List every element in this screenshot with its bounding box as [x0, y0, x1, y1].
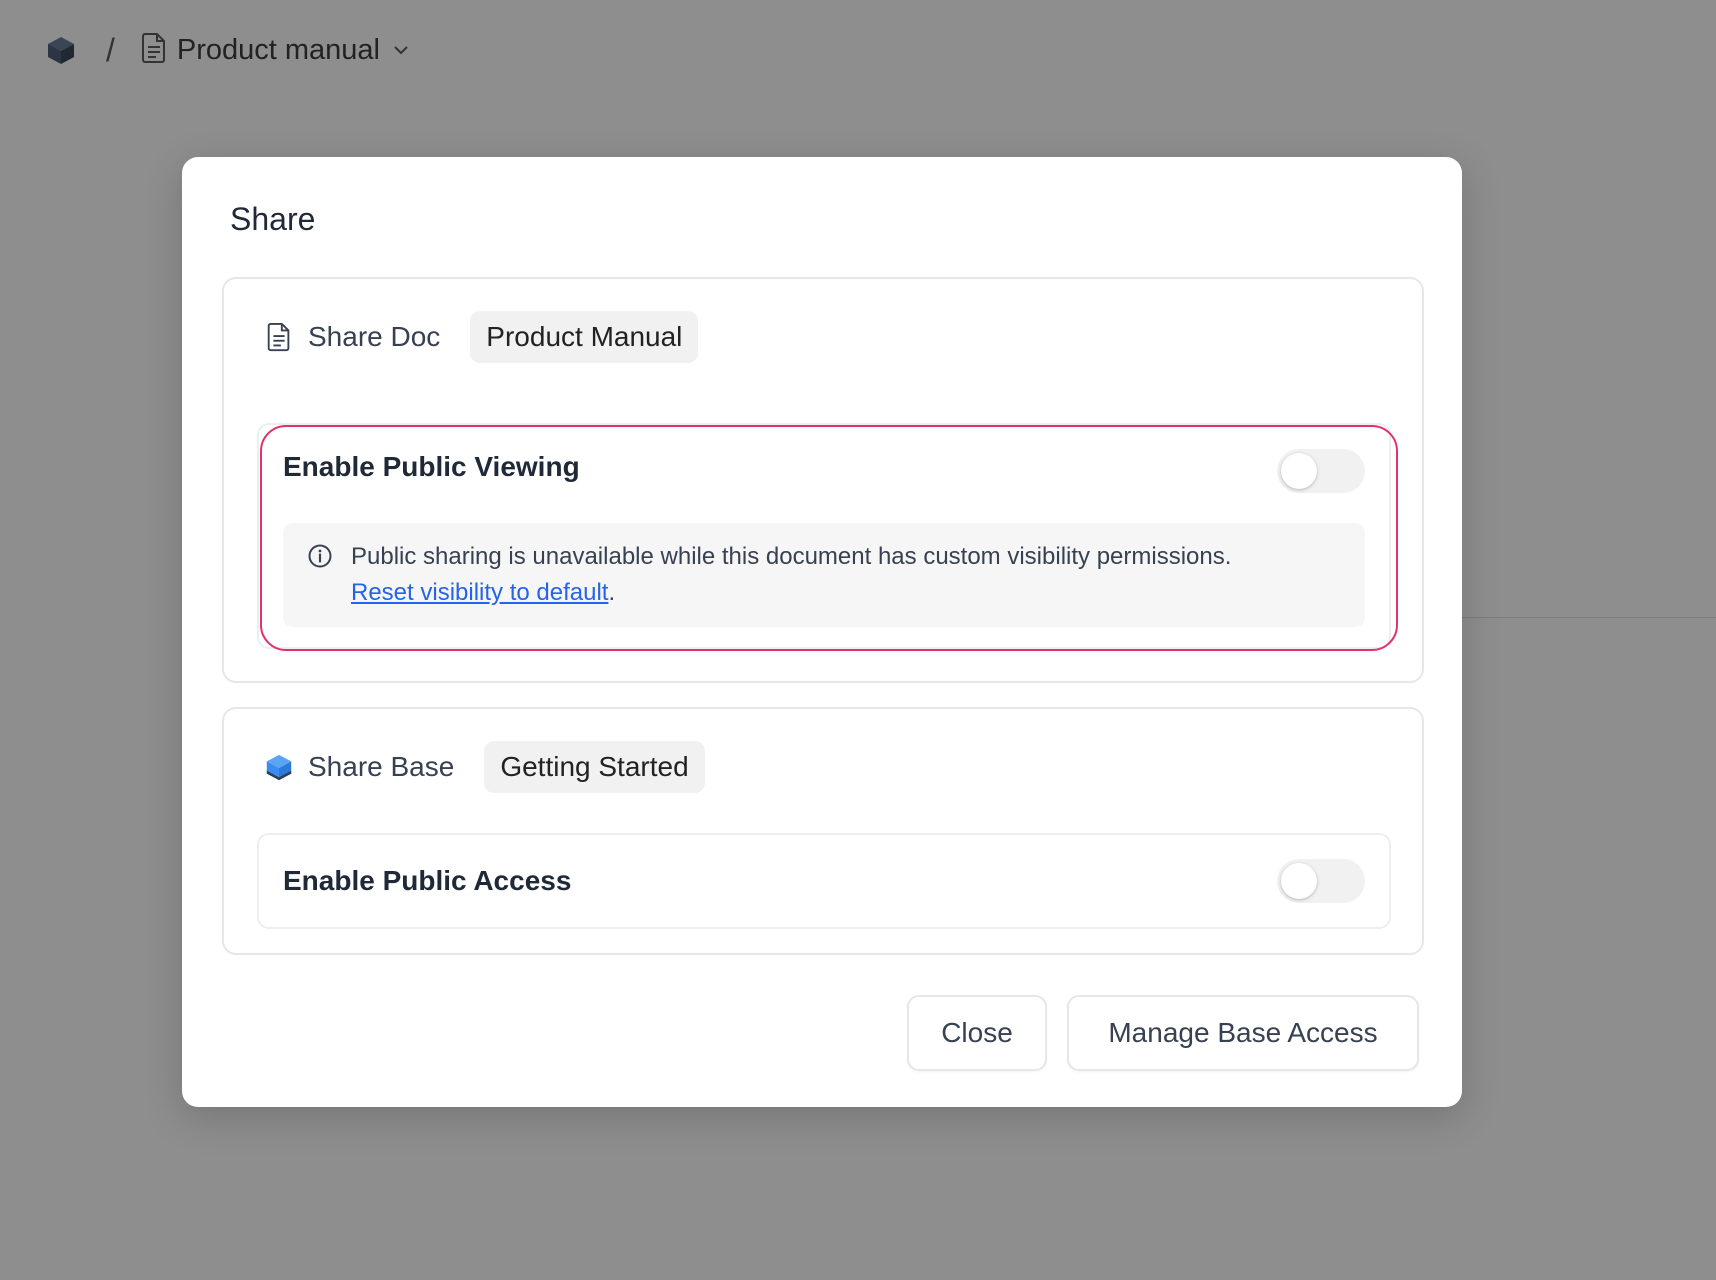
- manage-base-access-button[interactable]: Manage Base Access: [1067, 995, 1419, 1071]
- background-divider: [1462, 617, 1716, 618]
- public-viewing-section: Enable Public Viewing Public sharing is …: [257, 423, 1391, 649]
- public-viewing-toggle[interactable]: [1277, 449, 1365, 493]
- notice-message: Public sharing is unavailable while this…: [351, 543, 1232, 570]
- notice-text: Public sharing is unavailable while this…: [351, 539, 1351, 611]
- base-name-pill: Getting Started: [484, 741, 705, 793]
- doc-title: Product manual: [176, 33, 381, 66]
- chevron-down-icon: [392, 44, 410, 56]
- top-breadcrumb: / Product manual: [44, 30, 410, 70]
- doc-title-dropdown[interactable]: Product manual: [141, 32, 410, 69]
- breadcrumb-separator: /: [106, 31, 115, 68]
- share-dialog: Share Share Doc Product Manual Enable Pu…: [182, 157, 1462, 1107]
- close-button[interactable]: Close: [907, 995, 1047, 1071]
- info-icon: [307, 543, 333, 569]
- share-doc-label: Share Doc: [308, 321, 441, 352]
- document-icon: [141, 32, 167, 69]
- base-cube-icon: [264, 752, 294, 782]
- document-icon: [264, 322, 294, 352]
- share-base-card: Share Base Getting Started Enable Public…: [222, 707, 1424, 955]
- share-base-header: Share Base Getting Started: [264, 741, 705, 793]
- reset-visibility-link[interactable]: Reset visibility to default: [351, 579, 608, 606]
- dialog-title: Share: [230, 201, 316, 237]
- notice-period: .: [608, 579, 616, 606]
- doc-name-pill: Product Manual: [470, 311, 699, 363]
- base-cube-icon[interactable]: [44, 33, 78, 67]
- toggle-knob: [1281, 453, 1317, 489]
- public-viewing-label: Enable Public Viewing: [283, 451, 580, 482]
- share-doc-header: Share Doc Product Manual: [264, 311, 699, 363]
- public-access-toggle[interactable]: [1277, 859, 1365, 903]
- public-access-section: Enable Public Access: [257, 833, 1391, 929]
- public-access-label: Enable Public Access: [283, 865, 572, 896]
- visibility-notice: Public sharing is unavailable while this…: [283, 523, 1365, 627]
- share-base-label: Share Base: [308, 751, 455, 782]
- share-doc-card: Share Doc Product Manual Enable Public V…: [222, 277, 1424, 683]
- toggle-knob: [1281, 863, 1317, 899]
